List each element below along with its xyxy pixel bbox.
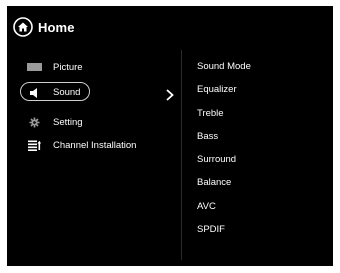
menu-divider [181,50,182,260]
submenu-item-surround[interactable]: Surround [197,152,327,175]
chevron-right-icon [165,88,175,101]
main-menu: Picture Sound Setting Channel Installati… [20,59,170,160]
menu-item-label: Channel Installation [53,139,137,151]
picture-icon [27,62,42,72]
menu-item-label: Picture [53,61,83,73]
menu-item-label: Setting [53,116,83,128]
channel-list-icon [27,140,42,151]
menu-item-sound[interactable]: Sound [20,82,170,103]
menu-item-setting[interactable]: Setting [20,114,170,130]
menu-item-label: Sound [53,87,81,98]
submenu-item-spdif[interactable]: SPDIF [197,222,327,245]
home-icon[interactable] [13,17,33,37]
tv-menu-screen: Home Picture Sound Setting Channel Insta… [7,6,333,266]
submenu-item-treble[interactable]: Treble [197,106,327,129]
page-title: Home [38,19,75,35]
menu-item-channel-installation[interactable]: Channel Installation [20,137,170,153]
submenu-item-sound-mode[interactable]: Sound Mode [197,59,327,82]
submenu-item-equalizer[interactable]: Equalizer [197,82,327,105]
gear-icon [27,117,42,127]
submenu-item-balance[interactable]: Balance [197,175,327,198]
submenu-item-avc[interactable]: AVC [197,199,327,222]
header: Home [13,15,75,39]
sound-submenu: Sound Mode Equalizer Treble Bass Surroun… [197,59,327,245]
menu-item-picture[interactable]: Picture [20,59,170,75]
speaker-icon [27,87,42,98]
submenu-item-bass[interactable]: Bass [197,129,327,152]
